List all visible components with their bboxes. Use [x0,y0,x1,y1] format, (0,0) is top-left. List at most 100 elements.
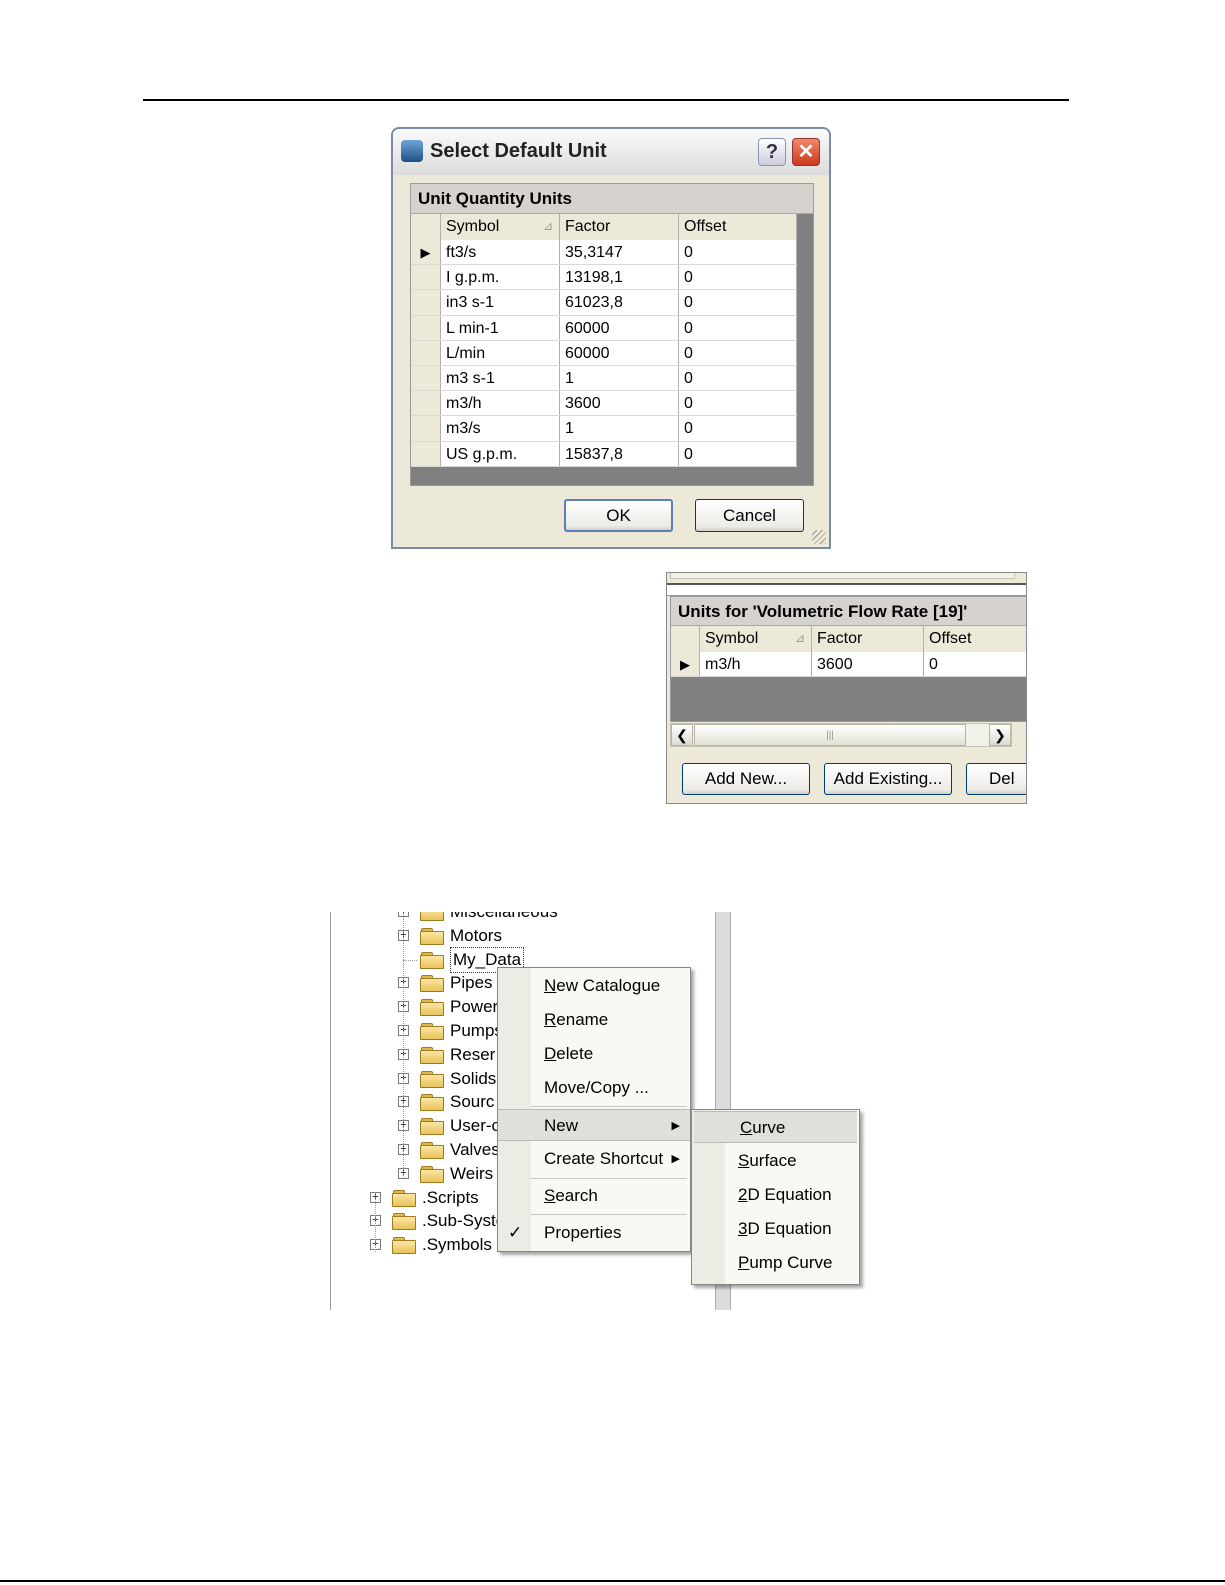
resize-grip[interactable] [812,530,826,544]
ok-button[interactable]: OK [564,499,673,532]
delete-button[interactable]: Del [966,763,1026,795]
menu-item-label: Rename [544,1010,609,1029]
cell-offset[interactable]: 0 [679,240,797,265]
submenu-item-curve[interactable]: Curve [694,1111,857,1143]
row-selector[interactable] [411,315,441,340]
tree-node-label: Solids [450,1068,497,1088]
grid-header: Symbol ⊿ Factor Offset [411,214,797,240]
column-header-offset[interactable]: Offset [679,214,797,240]
cell-factor[interactable]: 13198,1 [560,265,679,290]
cell-symbol[interactable]: ft3/s [441,240,560,265]
panel-column-header-factor[interactable]: Factor [812,626,924,652]
menu-item-new-catalogue[interactable]: New Catalogue [498,970,690,1002]
add-new-button[interactable]: Add New... [682,763,810,795]
cell-symbol[interactable]: in3 s-1 [441,290,560,315]
menu-item-create-shortcut[interactable]: Create Shortcut ▶ [498,1143,690,1175]
column-header-factor[interactable]: Factor [560,214,679,240]
table-row[interactable]: in3 s-1 61023,8 0 [411,290,797,316]
cancel-button[interactable]: Cancel [695,499,804,532]
submenu-item-surface[interactable]: Surface [692,1145,859,1177]
cell-factor[interactable]: 1 [560,416,679,441]
tree-node-label: User-c [450,1116,501,1136]
column-header-symbol[interactable]: Symbol ⊿ [441,214,560,240]
row-selector[interactable] [411,416,441,441]
table-row[interactable]: I g.p.m. 13198,1 0 [411,265,797,291]
row-selector[interactable] [411,391,441,416]
tree-node[interactable]: +Miscellaneous [330,912,710,924]
row-selector[interactable] [411,340,441,365]
cell-factor[interactable]: 60000 [560,340,679,365]
cell-symbol[interactable]: L min-1 [441,315,560,340]
row-selector[interactable] [411,366,441,391]
table-row[interactable]: ▶ ft3/s 35,3147 0 [411,240,797,266]
submenu-item-pump-curve[interactable]: Pump Curve [692,1247,859,1279]
top-scrollbar[interactable] [670,573,1015,579]
cell-factor[interactable]: 15837,8 [560,441,679,466]
scroll-thumb[interactable]: ||| [694,724,966,746]
menu-item-delete[interactable]: Delete [498,1038,690,1070]
cell-offset[interactable]: 0 [679,391,797,416]
dialog-titlebar[interactable]: Select Default Unit ? ✕ [393,129,829,175]
tree-node-label: .Scripts [422,1187,479,1207]
menu-separator [531,1214,687,1215]
menu-item-properties[interactable]: ✓ Properties [498,1217,690,1249]
cell-offset[interactable]: 0 [679,265,797,290]
cell-symbol[interactable]: m3/s [441,416,560,441]
cell-factor[interactable]: 3600 [812,652,924,676]
table-row[interactable]: L min-1 60000 0 [411,315,797,341]
row-selector[interactable]: ▶ [411,240,441,265]
menu-item-new[interactable]: New ▶ [498,1109,690,1141]
menu-item-rename[interactable]: Rename [498,1004,690,1036]
tree-node[interactable]: + Motors [330,924,710,948]
cell-offset[interactable]: 0 [679,290,797,315]
cell-factor[interactable]: 35,3147 [560,240,679,265]
cell-offset[interactable]: 0 [679,416,797,441]
cell-symbol[interactable]: m3/h [441,391,560,416]
row-selector[interactable] [411,265,441,290]
tree-connector [403,912,405,1178]
cell-symbol[interactable]: L/min [441,340,560,365]
cell-factor[interactable]: 60000 [560,315,679,340]
cell-factor[interactable]: 61023,8 [560,290,679,315]
table-row[interactable]: L/min 60000 0 [411,340,797,366]
menu-item-label: Curve [740,1118,786,1137]
cell-offset[interactable]: 0 [679,441,797,466]
cell-offset[interactable]: 0 [679,315,797,340]
table-row[interactable]: m3/h 3600 0 [411,391,797,417]
dialog-title: Select Default Unit [430,140,607,162]
cell-symbol[interactable]: US g.p.m. [441,441,560,466]
cell-symbol[interactable]: m3/h [700,652,812,676]
table-row[interactable]: m3 s-1 1 0 [411,366,797,392]
menu-item-move-copy[interactable]: Move/Copy ... [498,1072,690,1104]
menu-item-search[interactable]: Search [498,1180,690,1212]
cell-offset[interactable]: 0 [924,652,1026,676]
grid-caption: Unit Quantity Units [411,184,813,214]
panel-column-header-offset[interactable]: Offset [924,626,1026,652]
cell-symbol[interactable]: I g.p.m. [441,265,560,290]
scroll-left-button[interactable]: ❮ [671,724,693,746]
cell-symbol[interactable]: m3 s-1 [441,366,560,391]
cell-offset[interactable]: 0 [679,340,797,365]
cell-factor[interactable]: 1 [560,366,679,391]
sort-icon: ⊿ [542,219,553,233]
tree-node-label: Pumps [450,1021,503,1040]
row-selector[interactable] [411,441,441,466]
close-button[interactable]: ✕ [792,138,820,166]
submenu-item-3d-equation[interactable]: 3D Equation [692,1213,859,1245]
horizontal-scrollbar[interactable]: ❮ ||| ❯ [670,723,1012,747]
cell-offset[interactable]: 0 [679,366,797,391]
row-selector[interactable]: ▶ [671,652,700,676]
panel-sort-icon: ⊿ [794,631,805,645]
table-row[interactable]: ▶ m3/h 3600 0 [671,652,1026,677]
table-row[interactable]: US g.p.m. 15837,8 0 [411,441,797,467]
submenu-item-2d-equation[interactable]: 2D Equation [692,1179,859,1211]
help-button[interactable]: ? [758,138,786,166]
add-existing-button[interactable]: Add Existing... [824,763,952,795]
scroll-right-button[interactable]: ❯ [989,724,1011,746]
table-row[interactable]: m3/s 1 0 [411,416,797,442]
menu-item-label: Surface [738,1151,797,1170]
panel-divider [667,583,1026,596]
panel-column-header-symbol[interactable]: Symbol ⊿ [700,626,812,652]
row-selector[interactable] [411,290,441,315]
cell-factor[interactable]: 3600 [560,391,679,416]
